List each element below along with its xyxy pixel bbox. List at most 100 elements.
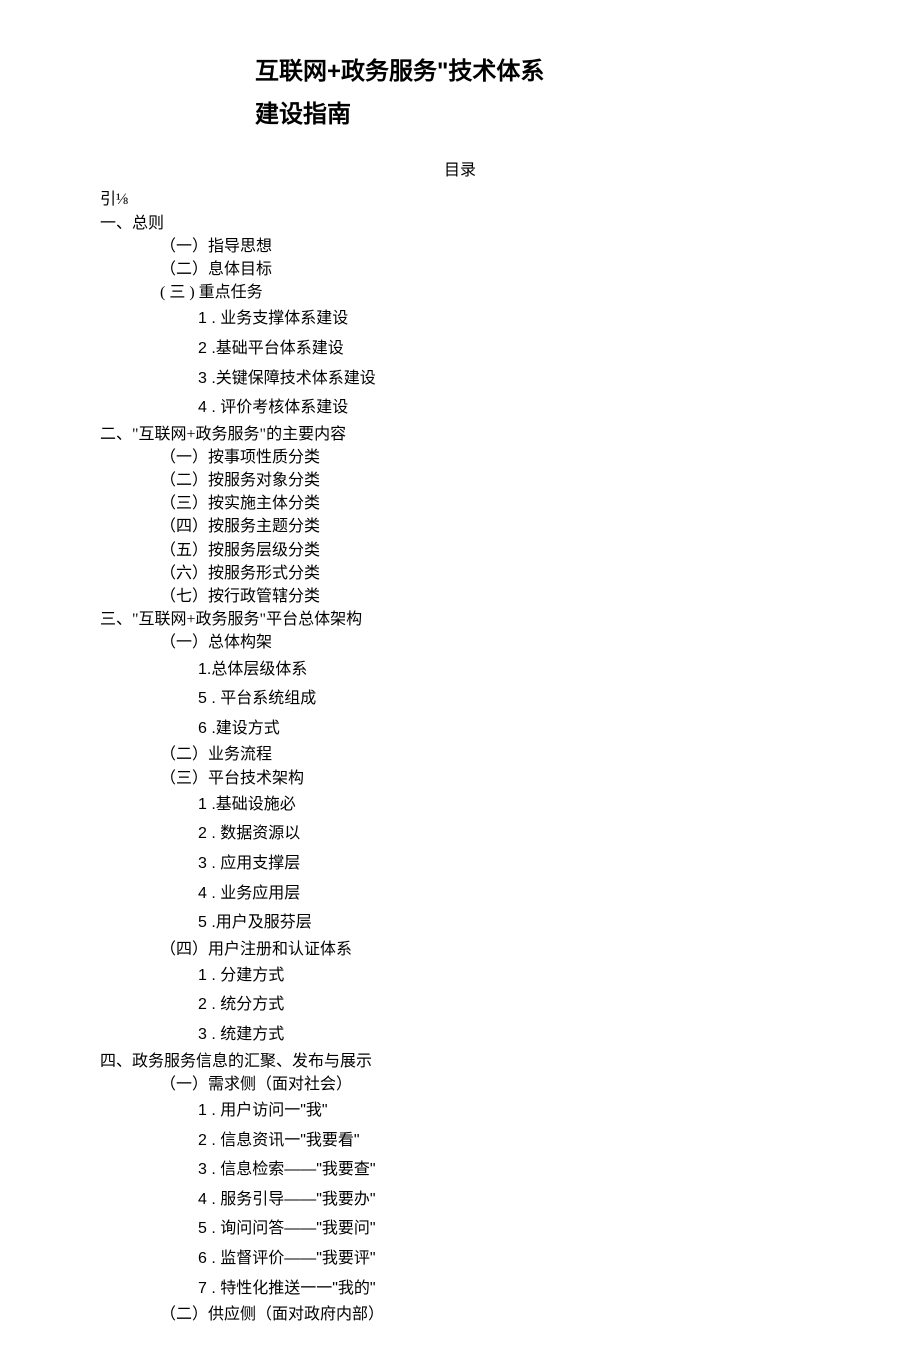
toc-entry: （二）息体目标 <box>160 258 820 281</box>
toc-entry: 5 .用户及服芬层 <box>198 908 820 938</box>
toc-entry-text: . 用户访问一"我" <box>207 1102 328 1119</box>
toc-entry: 四、政务服务信息的汇聚、发布与展示 <box>100 1050 820 1073</box>
toc-entry-text: .建设方式 <box>207 720 280 737</box>
toc-entry-text: .基础平台体系建设 <box>207 340 344 357</box>
title-line-1: 互联网+政务服务"技术体系 <box>255 50 820 93</box>
toc-entry-text: . 信息检索——"我要查" <box>207 1161 376 1178</box>
toc-entry: 5 . 平台系统组成 <box>198 684 820 714</box>
toc-entry-number: 4 <box>198 879 207 909</box>
toc-entry: （一）总体构架 <box>160 631 820 654</box>
toc-entry-text: （二）供应侧（面对政府内部） <box>160 1306 384 1323</box>
toc-entry-text: （五）按服务层级分类 <box>160 542 320 559</box>
toc-entry: 4 . 评价考核体系建设 <box>198 393 820 423</box>
toc-entry-text: （四）按服务主题分类 <box>160 518 320 535</box>
toc-entry-number: 6 <box>198 714 207 744</box>
toc-entry-text: 引⅛ <box>100 191 128 208</box>
toc-entry-number: 5 <box>198 908 207 938</box>
toc-entry-number: 5 <box>198 684 207 714</box>
toc-entry: （二）业务流程 <box>160 743 820 766</box>
toc-entry: 4 . 业务应用层 <box>198 879 820 909</box>
toc-entry: 三、"互联网+政务服务"平台总体架构 <box>100 608 820 631</box>
toc-entry-text: 一、总则 <box>100 215 164 232</box>
toc-entry-number: 5 <box>198 1214 207 1244</box>
toc-entry-text: （四）用户注册和认证体系 <box>160 941 352 958</box>
toc-entry: （二）供应侧（面对政府内部） <box>160 1303 820 1326</box>
toc-entry-number: 1 <box>198 790 207 820</box>
toc-entry-number: 1 <box>198 1096 207 1126</box>
toc-entry: 一、总则 <box>100 212 820 235</box>
toc-entry-number: 1. <box>198 655 211 685</box>
toc-entry-text: . 监督评价——"我要评" <box>207 1250 376 1267</box>
toc-entry-text: （一）按事项性质分类 <box>160 449 320 466</box>
toc-entry: 1 .基础设施必 <box>198 790 820 820</box>
toc-entry: （一）需求侧（面对社会） <box>160 1073 820 1096</box>
toc-entry-text: （一）总体构架 <box>160 634 272 651</box>
toc-entry-text: . 信息资讯一"我要看" <box>207 1132 360 1149</box>
toc-entry-text: （二）息体目标 <box>160 261 272 278</box>
toc-entry-text: . 应用支撑层 <box>207 855 300 872</box>
toc-entry-text: .用户及服芬层 <box>207 914 312 931</box>
toc-entry: 1.总体层级体系 <box>198 655 820 685</box>
toc-entry-text: （二）业务流程 <box>160 746 272 763</box>
toc-entry: （四）用户注册和认证体系 <box>160 938 820 961</box>
toc-entry: 2 .基础平台体系建设 <box>198 334 820 364</box>
toc-heading: 目录 <box>100 156 820 180</box>
toc-entry-number: 4 <box>198 1185 207 1215</box>
toc-entry-number: 3 <box>198 1155 207 1185</box>
toc-entry-number: 2 <box>198 819 207 849</box>
toc-entry: 1 . 业务支撑体系建设 <box>198 304 820 334</box>
toc-entry-text: .关键保障技术体系建设 <box>207 370 376 387</box>
toc-entry: 7 . 特性化推送一一"我的" <box>198 1274 820 1304</box>
toc-entry: 6 .建设方式 <box>198 714 820 744</box>
toc-entry-text: （二）按服务对象分类 <box>160 472 320 489</box>
toc-entry-text: （三）按实施主体分类 <box>160 495 320 512</box>
toc-entry: 6 . 监督评价——"我要评" <box>198 1244 820 1274</box>
toc-entry-text: . 平台系统组成 <box>207 690 316 707</box>
toc-entry-text: . 业务应用层 <box>207 885 300 902</box>
toc-entry-text: 总体层级体系 <box>211 661 307 678</box>
toc-entry-text: . 统分方式 <box>207 996 284 1013</box>
toc-entry: （三）平台技术架构 <box>160 767 820 790</box>
toc-entry: 3 . 应用支撑层 <box>198 849 820 879</box>
toc-entry: ( 三 ) 重点任务 <box>160 281 820 304</box>
toc-entry-text: . 分建方式 <box>207 967 284 984</box>
toc-entry: 2 . 数据资源以 <box>198 819 820 849</box>
toc-entry-number: 3 <box>198 849 207 879</box>
toc-entry-text: . 特性化推送一一"我的" <box>207 1280 376 1297</box>
toc-entry-text: 四、政务服务信息的汇聚、发布与展示 <box>100 1053 372 1070</box>
table-of-contents: 引⅛ 一、总则 （一）指导思想 （二）息体目标 ( 三 ) 重点任务 1 . 业务支撑体系… <box>100 188 820 1326</box>
toc-entry: 2 . 信息资讯一"我要看" <box>198 1126 820 1156</box>
toc-entry-text: （三）平台技术架构 <box>160 770 304 787</box>
toc-entry-text: 二、"互联网+政务服务"的主要内容 <box>100 426 346 443</box>
toc-entry: （一）按事项性质分类 <box>160 446 820 469</box>
toc-entry-text: . 统建方式 <box>207 1026 284 1043</box>
toc-entry: （四）按服务主题分类 <box>160 515 820 538</box>
toc-entry-number: 2 <box>198 990 207 1020</box>
toc-entry-number: 6 <box>198 1244 207 1274</box>
toc-entry-text: . 评价考核体系建设 <box>207 399 348 416</box>
toc-entry: （六）按服务形式分类 <box>160 562 820 585</box>
toc-entry: 3 . 统建方式 <box>198 1020 820 1050</box>
toc-entry-number: 4 <box>198 393 207 423</box>
toc-entry-text: （六）按服务形式分类 <box>160 565 320 582</box>
toc-entry: （三）按实施主体分类 <box>160 492 820 515</box>
toc-entry-number: 1 <box>198 304 207 334</box>
toc-entry: 1 . 分建方式 <box>198 961 820 991</box>
toc-entry-text: . 业务支撑体系建设 <box>207 310 348 327</box>
toc-entry: 5 . 询问问答——"我要问" <box>198 1214 820 1244</box>
document-title: 互联网+政务服务"技术体系 建设指南 <box>255 50 820 136</box>
toc-entry-text: . 数据资源以 <box>207 825 300 842</box>
toc-entry: 2 . 统分方式 <box>198 990 820 1020</box>
toc-entry-text: . 服务引导——"我要办" <box>207 1191 376 1208</box>
toc-entry-text: （七）按行政管辖分类 <box>160 588 320 605</box>
toc-entry: （一）指导思想 <box>160 235 820 258</box>
toc-entry: （二）按服务对象分类 <box>160 469 820 492</box>
toc-entry-number: 7 <box>198 1274 207 1304</box>
toc-entry-text: ( 三 ) 重点任务 <box>160 284 263 301</box>
toc-entry: 4 . 服务引导——"我要办" <box>198 1185 820 1215</box>
toc-entry-number: 3 <box>198 364 207 394</box>
toc-entry: 1 . 用户访问一"我" <box>198 1096 820 1126</box>
toc-entry-text: .基础设施必 <box>207 796 296 813</box>
toc-entry: 3 .关键保障技术体系建设 <box>198 364 820 394</box>
toc-entry-number: 2 <box>198 1126 207 1156</box>
